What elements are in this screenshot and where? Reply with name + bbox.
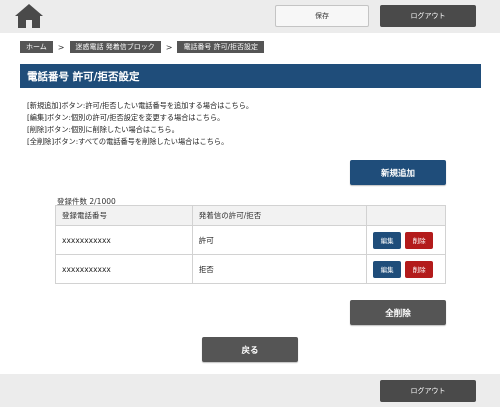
breadcrumb: ホーム > 迷惑電話 発着信ブロック > 電話番号 許可/拒否設定 — [20, 41, 265, 53]
breadcrumb-separator: > — [57, 42, 65, 52]
help-line-delete-all: [全削除]ボタン:すべての電話番号を削除したい場合はこちら。 — [27, 137, 229, 146]
footer-logout-button[interactable]: ログアウト — [380, 380, 476, 402]
breadcrumb-call-block[interactable]: 迷惑電話 発着信ブロック — [69, 41, 161, 53]
phone-number-cell: xxxxxxxxxxx — [55, 225, 193, 255]
save-button[interactable]: 保存 — [275, 5, 369, 27]
breadcrumb-current: 電話番号 許可/拒否設定 — [177, 41, 265, 53]
permission-cell: 許可 — [191, 225, 368, 255]
delete-button[interactable]: 削除 — [405, 260, 434, 278]
table-header-row: 登録電話番号 発着信の許可/拒否 — [55, 205, 446, 226]
phone-number-table: 登録電話番号 発着信の許可/拒否 xxxxxxxxxxx 許可 編集 削除 xxx… — [55, 205, 446, 284]
column-header-actions — [366, 205, 446, 226]
logout-button[interactable]: ログアウト — [380, 5, 476, 27]
table-row: xxxxxxxxxxx 許可 編集 削除 — [55, 225, 446, 255]
home-icon[interactable] — [14, 3, 44, 29]
actions-cell: 編集 削除 — [366, 254, 446, 284]
help-text: [新規追加]ボタン:許可/拒否したい電話番号を追加する場合はこちら。 [編集]ボ… — [27, 100, 253, 148]
help-line-add: [新規追加]ボタン:許可/拒否したい電話番号を追加する場合はこちら。 — [27, 101, 254, 110]
breadcrumb-separator: > — [165, 42, 173, 52]
column-header-permission: 発着信の許可/拒否 — [191, 205, 368, 226]
top-bar: 保存 ログアウト — [0, 0, 500, 33]
table-row: xxxxxxxxxxx 拒否 編集 削除 — [55, 254, 446, 284]
page-title: 電話番号 許可/拒否設定 — [20, 64, 481, 88]
breadcrumb-home[interactable]: ホーム — [20, 41, 53, 53]
actions-cell: 編集 削除 — [366, 225, 446, 255]
delete-button[interactable]: 削除 — [405, 231, 434, 249]
help-line-delete: [削除]ボタン:個別に削除したい場合はこちら。 — [27, 125, 179, 134]
add-new-button[interactable]: 新規追加 — [350, 160, 446, 185]
permission-cell: 拒否 — [191, 254, 368, 284]
delete-all-button[interactable]: 全削除 — [350, 300, 446, 325]
help-line-edit: [編集]ボタン:個別の許可/拒否設定を変更する場合はこちら。 — [27, 113, 225, 122]
phone-number-cell: xxxxxxxxxxx — [55, 254, 193, 284]
edit-button[interactable]: 編集 — [373, 260, 402, 278]
edit-button[interactable]: 編集 — [373, 231, 402, 249]
back-button[interactable]: 戻る — [202, 337, 298, 362]
footer-bar: ログアウト — [0, 374, 500, 407]
column-header-number: 登録電話番号 — [55, 205, 193, 226]
